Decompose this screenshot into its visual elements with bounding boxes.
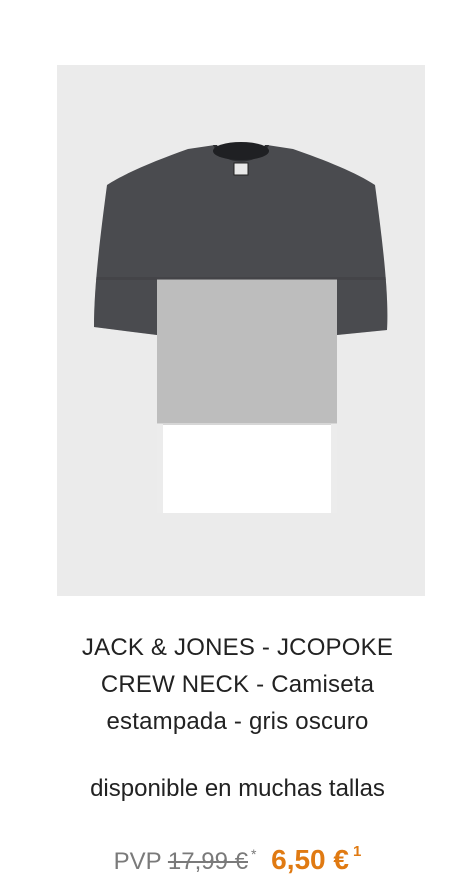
product-title[interactable]: JACK & JONES - JCOPOKE CREW NECK - Camis… [30, 629, 445, 740]
sale-price-footnote-mark: 1 [352, 843, 362, 860]
pvp-label: PVP [113, 848, 168, 875]
old-price-footnote-mark: * [251, 846, 257, 862]
product-title-line: estampada - gris oscuro [106, 708, 369, 735]
sale-price: 6,50 € [271, 844, 349, 875]
product-card[interactable]: JACK & JONES - JCOPOKE CREW NECK - Camis… [0, 0, 475, 894]
product-title-line: JACK & JONES - JCOPOKE [81, 634, 394, 661]
t-shirt-icon [94, 142, 388, 513]
price-row: PVP 17,99 € * 6,50 €1 [0, 833, 475, 875]
old-price: 17,99 € [167, 848, 248, 875]
product-image[interactable] [57, 65, 425, 596]
product-title-line: CREW NECK - Camiseta [100, 671, 375, 698]
availability-text: disponible en muchas tallas [90, 775, 385, 802]
